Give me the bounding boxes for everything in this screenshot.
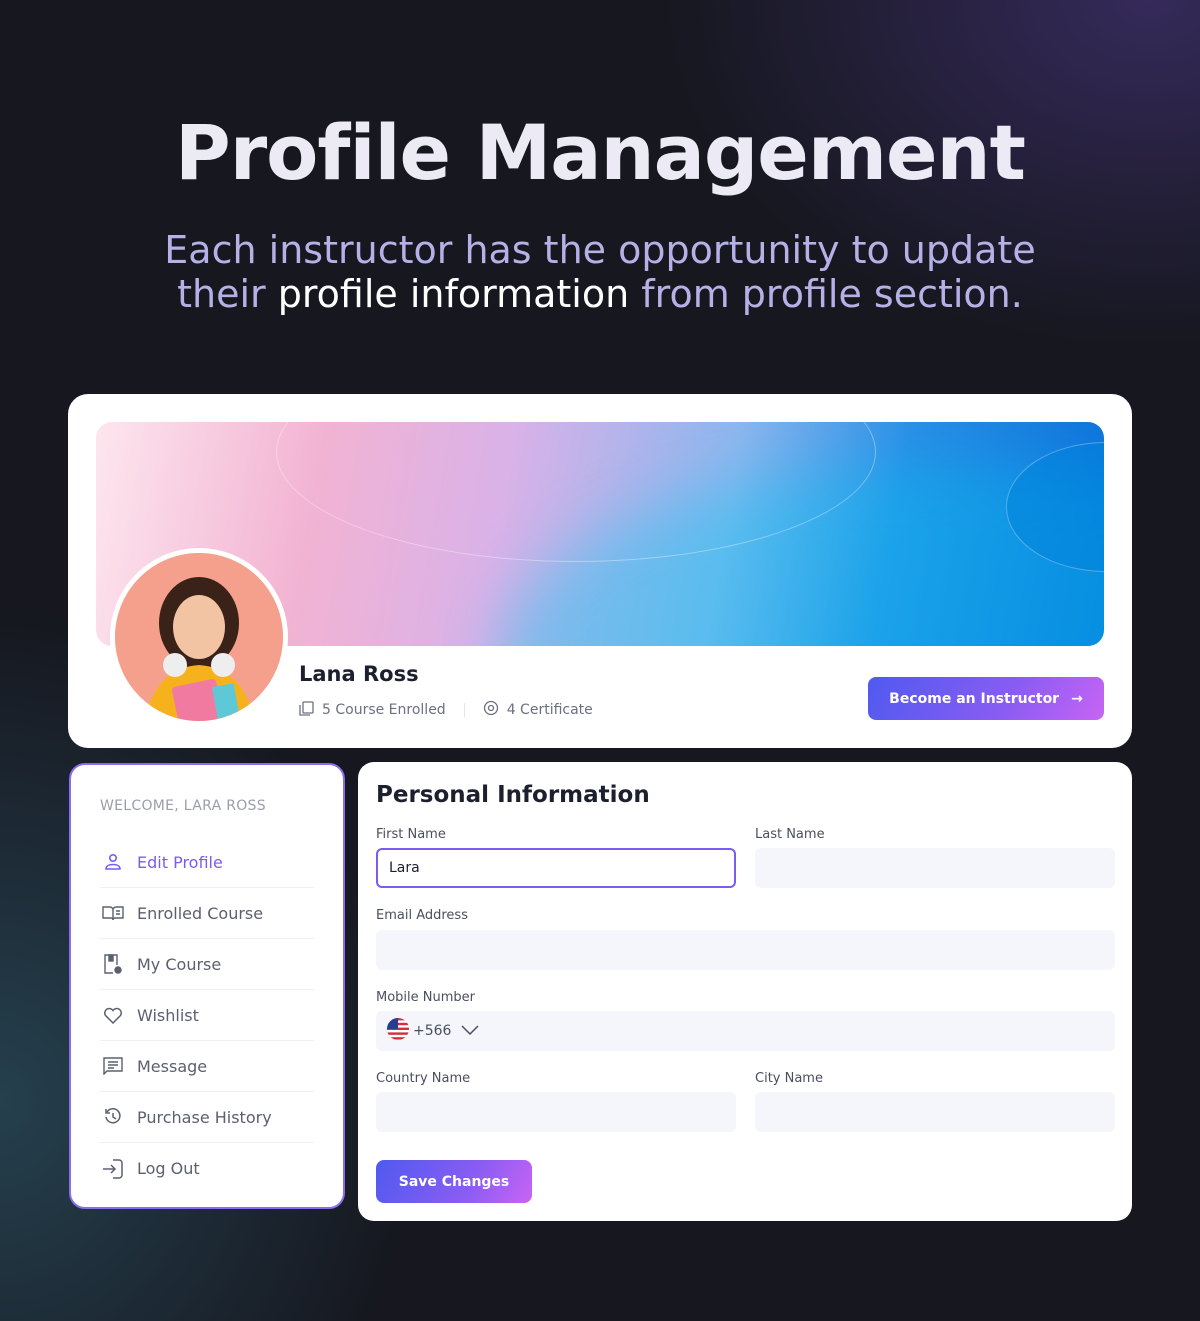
page-title: Profile Management (175, 108, 1026, 197)
sidebar-item-wishlist[interactable]: Wishlist (100, 990, 314, 1041)
certificate-icon (483, 700, 499, 720)
mobile-label: Mobile Number (376, 990, 475, 1005)
city-label: City Name (755, 1071, 823, 1086)
arrow-right-icon: → (1071, 690, 1083, 707)
book-open-icon (100, 905, 126, 921)
sidebar-item-purchase-history[interactable]: Purchase History (100, 1092, 314, 1143)
sidebar-item-edit-profile[interactable]: Edit Profile (100, 837, 314, 888)
first-name-input[interactable]: Lara (376, 848, 736, 888)
form-title: Personal Information (376, 782, 650, 808)
country-label: Country Name (376, 1071, 471, 1086)
sidebar: WELCOME, LARA ROSS Edit Profile Enrolled… (69, 763, 345, 1209)
subtitle: Each instructor has the opportunity to u… (164, 228, 1036, 316)
course-icon (100, 953, 126, 975)
last-name-label: Last Name (755, 827, 825, 842)
logout-icon (100, 1158, 126, 1179)
become-instructor-button[interactable]: Become an Instructor → (868, 677, 1104, 720)
sidebar-item-message[interactable]: Message (100, 1041, 314, 1092)
avatar (110, 548, 288, 726)
user-icon (100, 853, 126, 871)
country-code[interactable]: +566 (413, 1023, 451, 1039)
sidebar-item-enrolled-course[interactable]: Enrolled Course (100, 888, 314, 939)
history-icon (100, 1108, 126, 1126)
profile-name: Lana Ross (299, 662, 419, 686)
mobile-input[interactable]: +566 (376, 1011, 1115, 1051)
profile-stats: 5 Course Enrolled 4 Certificate (299, 700, 593, 720)
personal-info-form: Personal Information First Name Last Nam… (358, 762, 1132, 1221)
chevron-down-icon[interactable] (461, 1023, 479, 1039)
profile-card: Lana Ross 5 Course Enrolled 4 Certificat… (68, 394, 1132, 748)
welcome-label: WELCOME, LARA ROSS (100, 798, 266, 814)
save-changes-button[interactable]: Save Changes (376, 1160, 532, 1203)
country-input[interactable] (376, 1092, 736, 1132)
sidebar-item-my-course[interactable]: My Course (100, 939, 314, 990)
first-name-label: First Name (376, 827, 446, 842)
heart-icon (100, 1006, 126, 1024)
sidebar-item-log-out[interactable]: Log Out (100, 1143, 314, 1194)
divider (463, 703, 465, 717)
last-name-input[interactable] (755, 848, 1115, 888)
us-flag-icon (387, 1018, 409, 1044)
email-input[interactable] (376, 930, 1115, 970)
email-label: Email Address (376, 908, 468, 923)
city-input[interactable] (755, 1092, 1115, 1132)
courses-icon (299, 700, 314, 720)
message-icon (100, 1057, 126, 1075)
